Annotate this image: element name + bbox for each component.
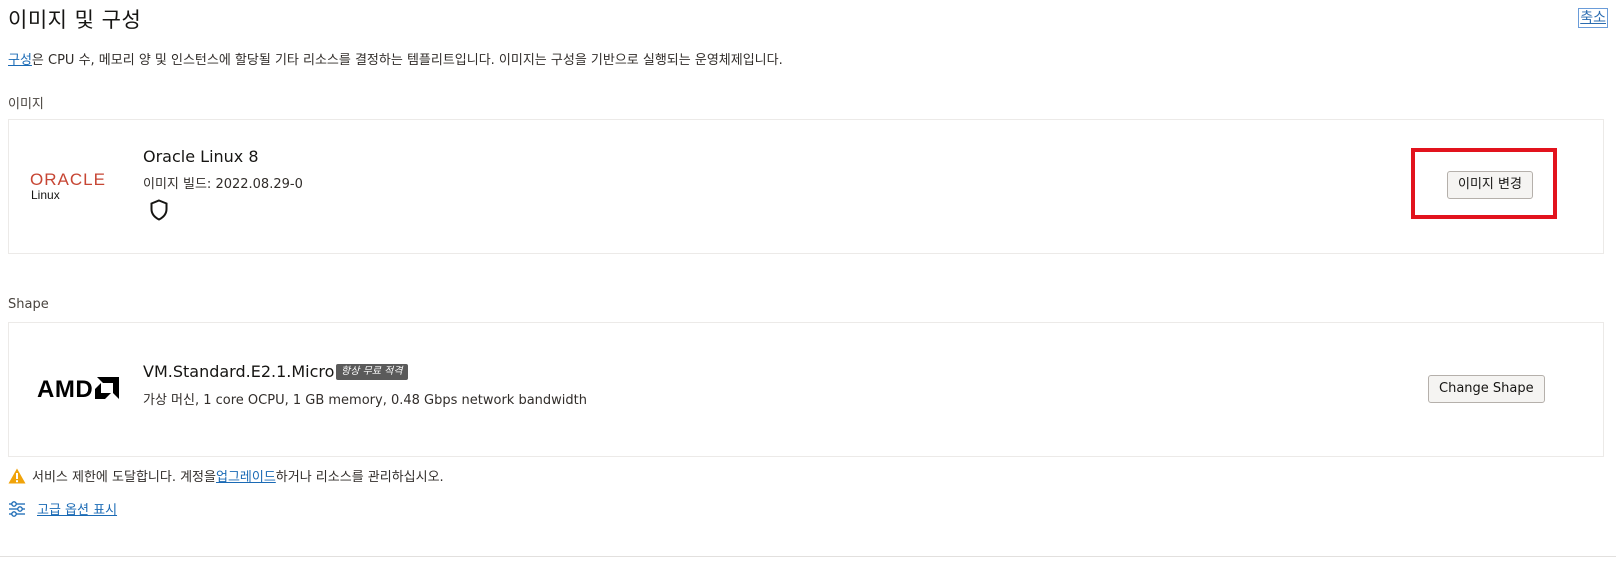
show-advanced-options-link[interactable]: 고급 옵션 표시 bbox=[37, 499, 117, 518]
shape-details: 가상 머신, 1 core OCPU, 1 GB memory, 0.48 Gb… bbox=[143, 393, 587, 408]
oracle-logo-word: ORACLE bbox=[30, 170, 106, 189]
oracle-logo-sub: Linux bbox=[31, 188, 60, 202]
bottom-divider bbox=[0, 556, 1616, 557]
warning-text-after: 하거나 리소스를 관리하십시오. bbox=[275, 470, 444, 485]
advanced-options[interactable]: 고급 옵션 표시 bbox=[8, 499, 117, 518]
shape-label: Shape bbox=[8, 297, 49, 312]
amd-arrow-icon bbox=[95, 377, 120, 399]
shape-help-link[interactable]: 구성 bbox=[8, 53, 32, 68]
intro-text: 구성은 CPU 수, 메모리 양 및 인스턴스에 할당될 기타 리소스를 결정하… bbox=[8, 49, 783, 68]
image-label: 이미지 bbox=[8, 97, 44, 112]
warning-icon bbox=[8, 468, 26, 484]
amd-logo-word: AMD bbox=[37, 376, 94, 403]
image-build: 이미지 빌드: 2022.08.29-0 bbox=[143, 177, 303, 192]
oracle-linux-logo: ORACLE Linux bbox=[30, 170, 120, 210]
always-free-badge: 항상 무료 적격 bbox=[336, 364, 408, 380]
service-limit-warning: 서비스 제한에 도달합니다. 계정을 업그레이드 하거나 리소스를 관리하십시오. bbox=[8, 466, 444, 485]
section-title: 이미지 및 구성 bbox=[8, 8, 142, 32]
intro-body: 은 CPU 수, 메모리 양 및 인스턴스에 할당될 기타 리소스를 결정하는 … bbox=[31, 53, 783, 68]
image-name: Oracle Linux 8 bbox=[143, 147, 259, 166]
shield-icon bbox=[149, 199, 169, 221]
collapse-link[interactable]: 축소 bbox=[1578, 8, 1608, 28]
image-and-shape-page: 이미지 및 구성 축소 구성은 CPU 수, 메모리 양 및 인스턴스에 할당될… bbox=[0, 0, 1616, 584]
warning-text-before: 서비스 제한에 도달합니다. 계정을 bbox=[32, 470, 216, 485]
amd-logo: AMD bbox=[37, 376, 120, 404]
upgrade-link[interactable]: 업그레이드 bbox=[216, 466, 276, 485]
shape-name: VM.Standard.E2.1.Micro bbox=[143, 362, 335, 381]
change-image-button[interactable]: 이미지 변경 bbox=[1447, 171, 1533, 199]
sliders-icon bbox=[8, 500, 26, 518]
change-shape-button[interactable]: Change Shape bbox=[1428, 375, 1545, 403]
